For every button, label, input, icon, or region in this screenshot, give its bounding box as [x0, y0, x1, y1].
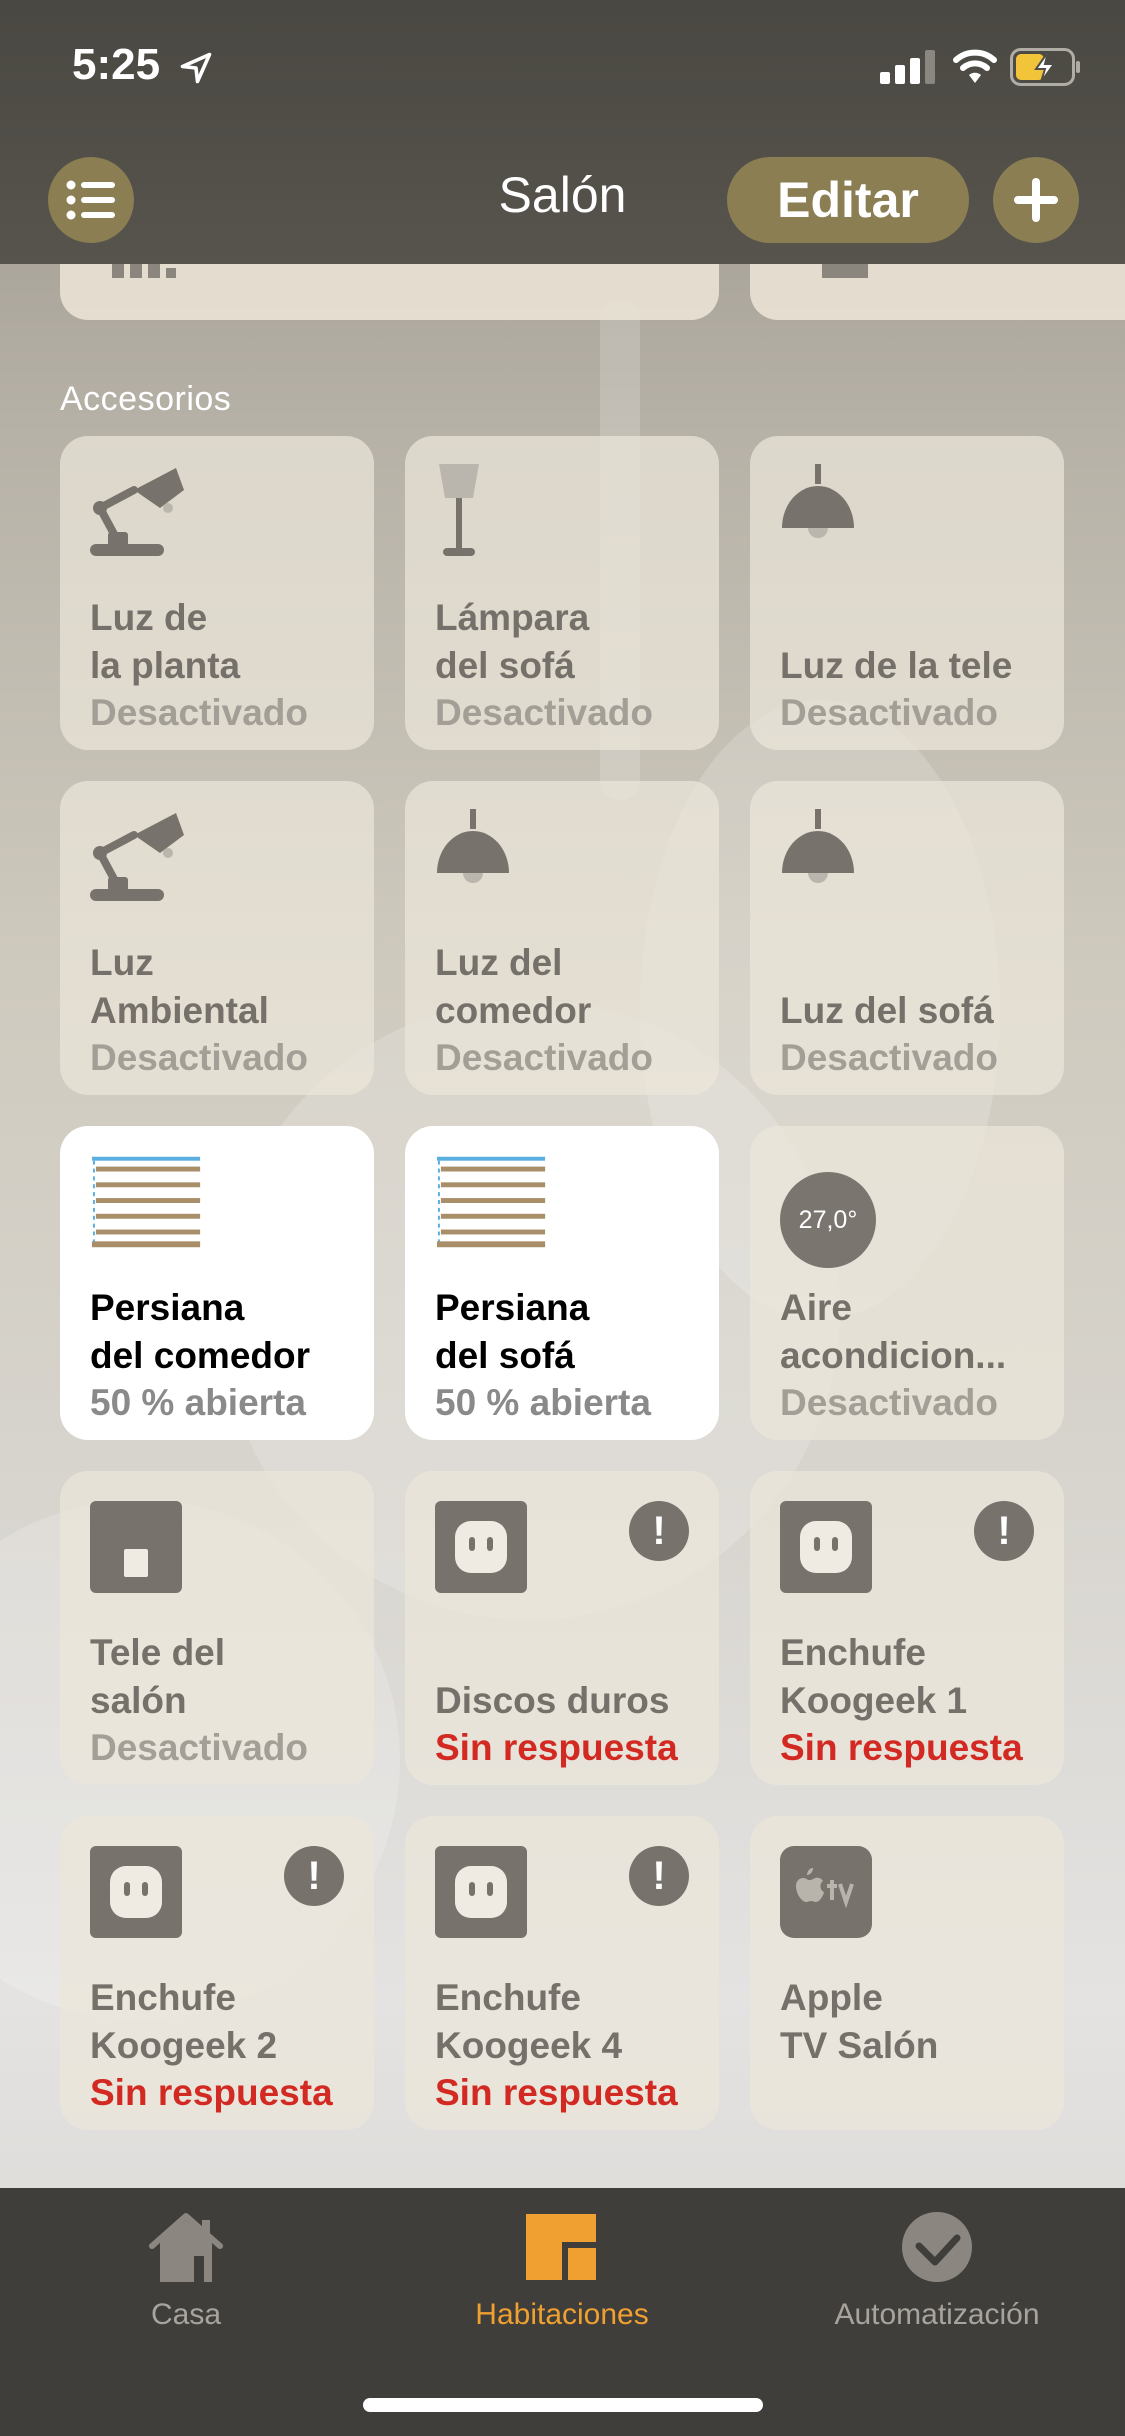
tab-habitaciones[interactable]: Habitaciones — [412, 2210, 712, 2332]
tab-casa[interactable]: Casa — [36, 2210, 336, 2332]
accessory-status: Desactivado — [90, 692, 308, 733]
accessory-tile-aire-acondicionado[interactable]: 27,0° Aire acondicion... Desactivado — [750, 1126, 1064, 1440]
alert-icon: ! — [974, 1501, 1034, 1561]
accessory-status: Desactivado — [90, 1727, 308, 1768]
accessory-name: Luz del sofá — [780, 990, 994, 1031]
pendant-lamp-icon — [437, 809, 509, 883]
accessory-name: Aire acondicion... — [780, 1287, 1007, 1376]
accessory-status: Desactivado — [780, 692, 998, 733]
accessory-tile-lampara-sofa[interactable]: Lámpara del sofá Desactivado — [405, 436, 719, 750]
blinds-icon — [436, 1156, 546, 1248]
alert-icon: ! — [629, 1846, 689, 1906]
accessory-name: Apple TV Salón — [780, 1977, 939, 2066]
battery-charging-icon — [1010, 48, 1080, 86]
top-bar: 5:25 Salón Editar — [0, 0, 1125, 264]
accessory-tile-persiana-comedor[interactable]: Persiana del comedor 50 % abierta — [60, 1126, 374, 1440]
accessory-name: Luz Ambiental — [90, 942, 269, 1031]
outlet-icon — [435, 1846, 527, 1938]
accessory-tile-enchufe-koogeek-2[interactable]: ! Enchufe Koogeek 2 Sin respuesta — [60, 1816, 374, 2130]
section-title: Accesorios — [60, 380, 232, 418]
accessory-name: Enchufe Koogeek 1 — [780, 1632, 968, 1721]
home-indicator[interactable] — [363, 2398, 763, 2412]
accessory-tile-apple-tv-salon[interactable]: Apple TV Salón — [750, 1816, 1064, 2130]
blinds-icon — [91, 1156, 201, 1248]
accessory-tile-luz-comedor[interactable]: Luz del comedor Desactivado — [405, 781, 719, 1095]
accessory-name: Luz de la tele — [780, 645, 1013, 686]
accessory-status: Sin respuesta — [90, 2072, 333, 2113]
plus-icon — [1014, 178, 1058, 222]
accessory-status: Desactivado — [435, 692, 653, 733]
accessory-tile-enchufe-koogeek-4[interactable]: ! Enchufe Koogeek 4 Sin respuesta — [405, 1816, 719, 2130]
accessory-tile-enchufe-koogeek-1[interactable]: ! Enchufe Koogeek 1 Sin respuesta — [750, 1471, 1064, 1785]
pendant-lamp-icon — [782, 464, 854, 538]
accessory-tile-luz-ambiental[interactable]: Luz Ambiental Desactivado — [60, 781, 374, 1095]
add-button[interactable] — [993, 157, 1079, 243]
partial-tile[interactable] — [60, 264, 719, 320]
accessory-status: Desactivado — [435, 1037, 653, 1078]
accessory-tile-luz-tele[interactable]: Luz de la tele Desactivado — [750, 436, 1064, 750]
status-time: 5:25 — [72, 40, 161, 89]
tab-automatizacion[interactable]: Automatización — [787, 2210, 1087, 2332]
partial-icon — [822, 264, 868, 278]
rooms-icon — [526, 2214, 596, 2280]
automation-icon — [902, 2212, 972, 2282]
outlet-icon — [90, 1846, 182, 1938]
accessory-name: Enchufe Koogeek 2 — [90, 1977, 278, 2066]
partial-icon — [112, 264, 176, 278]
accessory-status: Desactivado — [780, 1037, 998, 1078]
partial-tile[interactable] — [750, 264, 1125, 320]
tab-label: Casa — [150, 2298, 222, 2331]
accessory-name: Luz de la planta — [90, 597, 241, 686]
thermostat-icon: 27,0° — [780, 1172, 876, 1268]
desk-lamp-icon — [90, 468, 184, 556]
location-arrow-icon — [180, 52, 212, 84]
accessory-tile-luz-sofa[interactable]: Luz del sofá Desactivado — [750, 781, 1064, 1095]
accessory-name: Tele del salón — [90, 1632, 226, 1721]
accessory-name: Lámpara del sofá — [435, 597, 590, 686]
wifi-icon — [953, 49, 997, 83]
accessory-status: Desactivado — [90, 1037, 308, 1078]
accessory-status: 50 % abierta — [435, 1382, 651, 1423]
accessory-tile-discos-duros[interactable]: ! Discos duros Sin respuesta — [405, 1471, 719, 1785]
outlet-icon — [435, 1501, 527, 1593]
accessory-tile-luz-planta[interactable]: Luz de la planta Desactivado — [60, 436, 374, 750]
tab-label: Automatización — [834, 2298, 1040, 2331]
edit-button[interactable]: Editar — [727, 157, 969, 243]
desk-lamp-icon — [90, 813, 184, 901]
apple-tv-icon — [780, 1846, 872, 1938]
accessory-status: Desactivado — [780, 1382, 998, 1423]
outlet-icon — [780, 1501, 872, 1593]
accessory-name: Persiana del sofá — [435, 1287, 590, 1376]
accessory-status: 50 % abierta — [90, 1382, 306, 1423]
accessory-name: Enchufe Koogeek 4 — [435, 1977, 623, 2066]
floor-lamp-icon — [439, 464, 479, 556]
alert-icon: ! — [629, 1501, 689, 1561]
house-icon — [149, 2213, 223, 2282]
accessory-name: Luz del comedor — [435, 942, 592, 1031]
alert-icon: ! — [284, 1846, 344, 1906]
accessory-name: Discos duros — [435, 1680, 670, 1721]
accessory-status: Sin respuesta — [435, 2072, 678, 2113]
accessory-name: Persiana del comedor — [90, 1287, 310, 1376]
accessory-status: Sin respuesta — [435, 1727, 678, 1768]
tab-label: Habitaciones — [475, 2298, 649, 2331]
pendant-lamp-icon — [782, 809, 854, 883]
cellular-signal-icon — [880, 50, 935, 84]
accessory-status: Sin respuesta — [780, 1727, 1023, 1768]
accessory-tile-persiana-sofa[interactable]: Persiana del sofá 50 % abierta — [405, 1126, 719, 1440]
accessory-tile-tele-salon[interactable]: Tele del salón Desactivado — [60, 1471, 374, 1785]
switch-icon — [90, 1501, 182, 1593]
